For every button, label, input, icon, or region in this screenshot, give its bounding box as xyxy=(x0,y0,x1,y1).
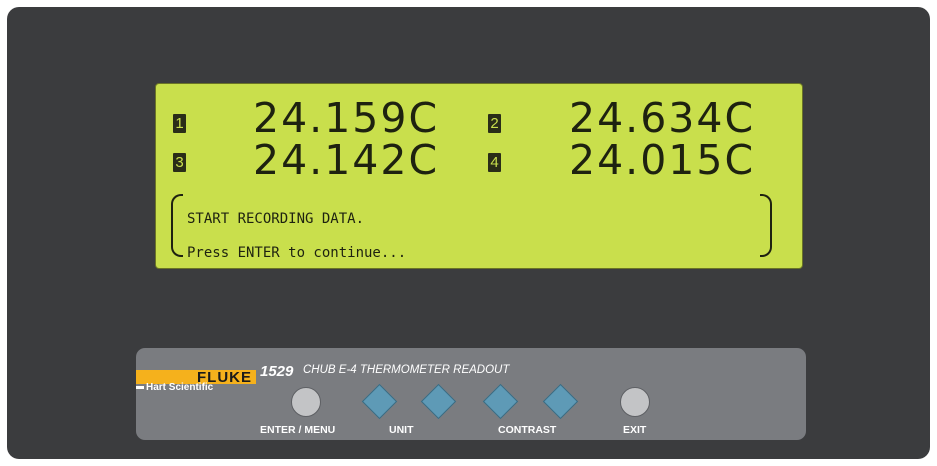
contrast-label: CONTRAST xyxy=(498,424,557,436)
channel-3-reading: 24.142C xyxy=(253,136,440,184)
lcd-display: 1 24.159C 2 24.634C 3 24.142C 4 24.015C … xyxy=(155,83,803,269)
contrast-up-button[interactable] xyxy=(542,383,579,420)
message-line-2: Press ENTER to continue... xyxy=(187,245,407,261)
unit-up-button[interactable] xyxy=(420,383,457,420)
channel-4-badge: 4 xyxy=(488,153,501,172)
channel-2-reading: 24.634C xyxy=(569,94,756,142)
enter-menu-label: ENTER / MENU xyxy=(260,424,336,436)
contrast-down-button[interactable] xyxy=(482,383,519,420)
channel-4-reading: 24.015C xyxy=(569,136,756,184)
unit-down-button[interactable] xyxy=(361,383,398,420)
unit-label: UNIT xyxy=(389,424,414,436)
channel-3-badge: 3 xyxy=(173,153,186,172)
message-bracket-right xyxy=(760,194,772,257)
channel-2-badge: 2 xyxy=(488,114,501,133)
message-line-1: START RECORDING DATA. xyxy=(187,211,365,227)
exit-button[interactable] xyxy=(620,387,650,417)
channel-1-badge: 1 xyxy=(173,114,186,133)
logo-bar xyxy=(136,386,144,389)
exit-label: EXIT xyxy=(623,424,647,436)
sub-brand-name: Hart Scientific xyxy=(146,382,214,393)
enter-menu-button[interactable] xyxy=(291,387,321,417)
control-panel: FLUKE Hart Scientific 1529 CHUB E-4 THER… xyxy=(136,348,806,440)
fluke-logo: FLUKE Hart Scientific xyxy=(136,369,256,402)
message-bracket-left xyxy=(171,194,183,257)
channel-1-reading: 24.159C xyxy=(253,94,440,142)
model-title: CHUB E-4 THERMOMETER READOUT xyxy=(303,364,510,376)
model-number: 1529 xyxy=(260,363,294,380)
